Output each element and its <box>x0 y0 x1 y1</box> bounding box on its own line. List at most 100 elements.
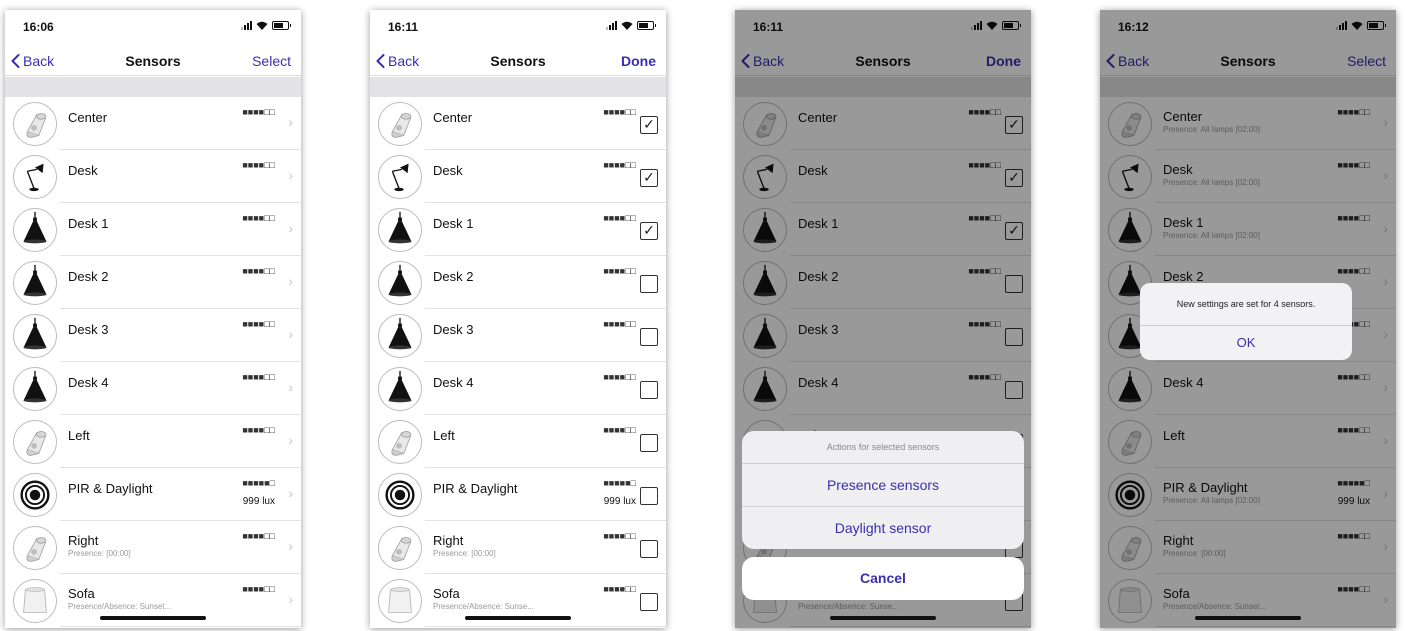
sensor-status: Presence: [00:00] <box>433 549 496 558</box>
ok-button[interactable]: OK <box>1140 326 1352 359</box>
sensor-name: Center <box>68 110 108 125</box>
desk-lamp-icon <box>13 155 57 199</box>
sensor-name: Sofa <box>68 586 95 601</box>
select-checkbox[interactable] <box>640 540 658 558</box>
status-bar: 16:11 <box>370 10 666 46</box>
signal-strength: ■■■■□□ <box>603 213 636 223</box>
pir-sensor-icon <box>378 473 422 517</box>
sensor-name: PIR & Daylight <box>433 481 518 496</box>
sensor-row[interactable]: Desk 4 ■■■■□□ › <box>5 362 301 415</box>
home-indicator <box>1195 616 1301 620</box>
floor-lamp-icon <box>378 579 422 623</box>
battery-icon <box>637 21 656 30</box>
sensor-row[interactable]: Desk ■■■■□□ › <box>5 150 301 203</box>
sensor-row[interactable]: PIR & Daylight ■■■■■□ 999 lux <box>370 468 666 521</box>
signal-strength: ■■■■■□ <box>603 478 636 488</box>
bulb-icon <box>378 102 422 146</box>
pendant-lamp-icon <box>378 367 422 411</box>
sensor-row[interactable]: Desk 3 ■■■■□□ › <box>5 309 301 362</box>
chevron-right-icon: › <box>288 114 293 130</box>
sensor-name: Desk <box>68 163 98 178</box>
select-checkbox[interactable] <box>640 487 658 505</box>
signal-strength: ■■■■□□ <box>603 319 636 329</box>
sensor-row[interactable]: Right Presence: [00:00] ■■■■□□ <box>370 521 666 574</box>
bulb-icon <box>378 526 422 570</box>
sensor-name: Desk 4 <box>68 375 109 390</box>
pendant-lamp-icon <box>13 367 57 411</box>
cellular-signal-icon <box>241 21 252 30</box>
sensor-row[interactable]: Center ■■■■□□ ✓ <box>370 97 666 150</box>
pendant-lamp-icon <box>378 261 422 305</box>
signal-strength: ■■■■□□ <box>242 319 275 329</box>
select-checkbox[interactable] <box>640 381 658 399</box>
section-header <box>370 77 666 97</box>
status-time: 16:11 <box>388 20 419 34</box>
sensor-row[interactable]: Desk 4 ■■■■□□ <box>370 362 666 415</box>
chevron-right-icon: › <box>288 273 293 289</box>
floor-lamp-icon <box>13 579 57 623</box>
signal-strength: ■■■■□□ <box>242 584 275 594</box>
sensor-name: PIR & Daylight <box>68 481 153 496</box>
sensor-list: Center ■■■■□□ › Desk ■■■■□□ › Desk 1 ■■■■□□ › Des… <box>5 97 301 627</box>
chevron-right-icon: › <box>288 485 293 501</box>
sensor-name: Desk 1 <box>68 216 109 231</box>
phone-screen: 16:06 Back Sensors Select Center ■■■■□□ › Desk ■… <box>5 10 301 628</box>
bulb-icon <box>13 420 57 464</box>
select-checkbox[interactable] <box>640 593 658 611</box>
select-checkbox[interactable] <box>640 275 658 293</box>
sensor-row[interactable]: Desk 1 ■■■■□□ › <box>5 203 301 256</box>
sensor-row[interactable]: Right Presence: [00:00] ■■■■□□ › <box>5 521 301 574</box>
sensor-name: Sofa <box>433 586 460 601</box>
chevron-right-icon: › <box>288 591 293 607</box>
signal-strength: ■■■■□□ <box>242 372 275 382</box>
sensor-name: Center <box>433 110 473 125</box>
signal-strength: ■■■■■□ <box>242 478 275 488</box>
home-indicator <box>465 616 571 620</box>
sensor-status: Presence/Absence: Sunse... <box>433 602 534 611</box>
select-checkbox[interactable]: ✓ <box>640 169 658 187</box>
lux-reading: 999 lux <box>242 496 275 507</box>
sensor-row[interactable]: Left ■■■■□□ <box>370 415 666 468</box>
lux-reading: 999 lux <box>603 496 636 507</box>
signal-strength: ■■■■□□ <box>242 213 275 223</box>
wifi-icon <box>621 21 633 30</box>
chevron-right-icon: › <box>288 538 293 554</box>
daylight-sensor-button[interactable]: Daylight sensor <box>742 507 1024 549</box>
pendant-lamp-icon <box>378 208 422 252</box>
sensor-row[interactable]: Left ■■■■□□ › <box>5 415 301 468</box>
select-checkbox[interactable] <box>640 434 658 452</box>
chevron-right-icon: › <box>288 326 293 342</box>
sensor-name: Left <box>433 428 455 443</box>
sensor-name: Left <box>68 428 90 443</box>
pendant-lamp-icon <box>13 314 57 358</box>
sensor-row[interactable]: Desk ■■■■□□ ✓ <box>370 150 666 203</box>
phone-screen: 16:12 Back Sensors Select Center Presence: Al… <box>1100 10 1396 628</box>
sensor-row[interactable]: Desk 3 ■■■■□□ <box>370 309 666 362</box>
select-checkbox[interactable]: ✓ <box>640 116 658 134</box>
sensor-name: Desk 1 <box>433 216 474 231</box>
pir-sensor-icon <box>13 473 57 517</box>
signal-strength: ■■■■□□ <box>603 107 636 117</box>
signal-strength: ■■■■□□ <box>603 584 636 594</box>
bulb-icon <box>378 420 422 464</box>
pendant-lamp-icon <box>13 261 57 305</box>
select-checkbox[interactable] <box>640 328 658 346</box>
sensor-row[interactable]: Desk 1 ■■■■□□ ✓ <box>370 203 666 256</box>
done-button[interactable]: Done <box>621 53 656 69</box>
action-sheet: Actions for selected sensors Presence sen… <box>742 431 1024 549</box>
sensor-row[interactable]: Desk 2 ■■■■□□ › <box>5 256 301 309</box>
select-checkbox[interactable]: ✓ <box>640 222 658 240</box>
chevron-right-icon: › <box>288 432 293 448</box>
sensor-row[interactable]: Desk 2 ■■■■□□ <box>370 256 666 309</box>
sensor-row[interactable]: Center ■■■■□□ › <box>5 97 301 150</box>
signal-strength: ■■■■□□ <box>603 160 636 170</box>
signal-strength: ■■■■□□ <box>242 266 275 276</box>
cancel-button[interactable]: Cancel <box>742 557 1024 600</box>
bulb-icon <box>13 526 57 570</box>
select-button[interactable]: Select <box>252 53 291 69</box>
sensor-name: Right <box>68 533 99 548</box>
signal-strength: ■■■■□□ <box>603 372 636 382</box>
signal-strength: ■■■■□□ <box>603 531 636 541</box>
sensor-row[interactable]: PIR & Daylight ■■■■■□ 999 lux › <box>5 468 301 521</box>
presence-sensors-button[interactable]: Presence sensors <box>742 464 1024 507</box>
